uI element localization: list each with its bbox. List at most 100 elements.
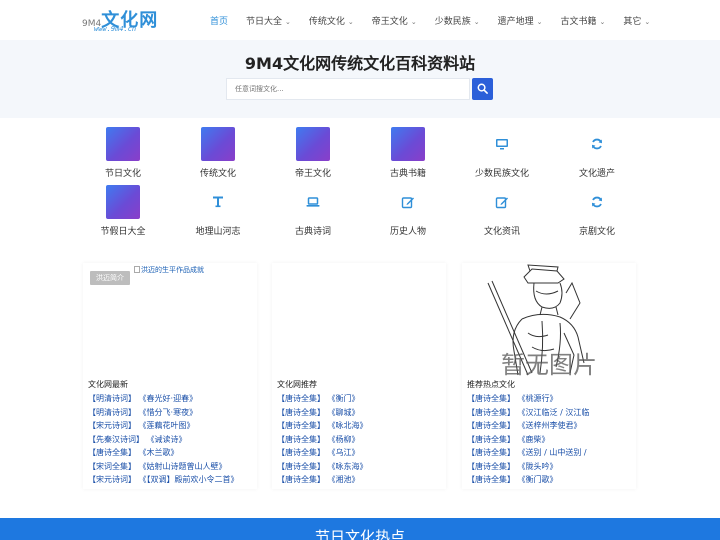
search-input[interactable] xyxy=(226,78,470,100)
placeholder-illustration: 暂无图片 xyxy=(487,264,597,377)
festival-hot-section: 节日文化热点 xyxy=(0,518,720,540)
search-button[interactable] xyxy=(472,78,493,100)
card-badge: 洪迈简介 xyxy=(90,271,130,285)
category-cultural-heritage[interactable]: 文化遗产 xyxy=(557,127,637,179)
card-list: 【唐诗全集】 《桃源行》 【唐诗全集】 《汉江临泛 / 汉江临 【唐诗全集】 《… xyxy=(467,392,635,487)
category-image xyxy=(391,127,425,161)
category-label: 节假日大全 xyxy=(100,227,146,237)
list-item[interactable]: 【唐诗全集】 《咏北海》 xyxy=(277,419,445,433)
chevron-down-icon: ⌄ xyxy=(347,17,354,26)
category-label: 少数民族文化 xyxy=(474,169,529,179)
category-label: 文化遗产 xyxy=(578,169,615,179)
card-title: 文化网最新 xyxy=(88,380,128,389)
logo-url: www.9m4.cn xyxy=(94,25,137,33)
section-title: 节日文化热点 xyxy=(314,528,405,540)
category-image xyxy=(106,127,140,161)
site-header: 9M4文化网 www.9m4.cn 首页 节日大全 ⌄ 传统文化 ⌄ 帝王文化 ⌄ 少… xyxy=(0,0,720,40)
list-item[interactable]: 【先秦汉诗词】 《诫读诗》 xyxy=(88,433,256,447)
nav-item-emperors[interactable]: 帝王文化 ⌄ xyxy=(372,14,417,27)
search-bar xyxy=(226,78,494,100)
list-item[interactable]: 【明清诗词】 《惜分飞·寒夜》 xyxy=(88,406,256,420)
category-label: 古典书籍 xyxy=(389,169,426,179)
category-image xyxy=(296,127,330,161)
list-item[interactable]: 【唐诗全集】 《木兰歌》 xyxy=(88,446,256,460)
nav-item-traditional[interactable]: 传统文化 ⌄ xyxy=(309,14,354,27)
category-image xyxy=(201,127,235,161)
nav-item-label: 传统文化 xyxy=(308,16,345,27)
list-item[interactable]: 【唐诗全集】 《送别 / 山中送别 / xyxy=(467,446,635,460)
chevron-down-icon: ⌄ xyxy=(536,17,543,26)
list-item[interactable]: 【唐诗全集】 《汉江临泛 / 汉江临 xyxy=(467,406,635,420)
list-item[interactable]: 【唐诗全集】 《桃源行》 xyxy=(467,392,635,406)
nav-item-label: 遗产地理 xyxy=(497,16,534,27)
category-label: 帝王文化 xyxy=(294,169,331,179)
category-culture-news[interactable]: 文化资讯 xyxy=(462,185,542,237)
category-classic-books[interactable]: 古典书籍 xyxy=(368,127,448,179)
category-festival-culture[interactable]: 节日文化 xyxy=(83,127,163,179)
nav-item-books[interactable]: 古文书籍 ⌄ xyxy=(560,14,605,27)
edit-icon xyxy=(391,185,425,219)
list-item[interactable]: 【唐诗全集】 《陇头吟》 xyxy=(467,460,635,474)
nav-item-heritage[interactable]: 遗产地理 ⌄ xyxy=(498,14,543,27)
broken-image: 洪迈的生平作品成就 xyxy=(134,265,204,275)
category-label: 传统文化 xyxy=(199,169,236,179)
hero-section: 9M4文化网传统文化百科资料站 xyxy=(0,40,720,118)
card-image[interactable]: 洪迈简介 洪迈的生平作品成就 xyxy=(83,263,257,377)
monitor-icon xyxy=(485,127,519,161)
nav-item-festivals[interactable]: 节日大全 ⌄ xyxy=(246,14,291,27)
nav-item-label: 帝王文化 xyxy=(371,16,408,27)
nav-item-label: 首页 xyxy=(210,16,229,27)
nav-item-label: 少数民族 xyxy=(434,16,471,27)
nav-item-label: 其它 xyxy=(623,16,642,27)
list-item[interactable]: 【唐诗全集】 《咏东海》 xyxy=(277,460,445,474)
list-item[interactable]: 【唐诗全集】 《湘池》 xyxy=(277,473,445,487)
card-title: 推荐热点文化 xyxy=(467,380,515,389)
image-icon xyxy=(134,266,140,273)
list-item[interactable]: 【唐诗全集】 《衡门歌》 xyxy=(467,473,635,487)
list-item[interactable]: 【宋词全集】 《姑射山诗题曾山人壁》 xyxy=(88,460,256,474)
card-image[interactable] xyxy=(272,263,446,377)
list-item[interactable]: 【唐诗全集】 《鹿柴》 xyxy=(467,433,635,447)
list-item[interactable]: 【明清诗词】 《春光好·迎春》 xyxy=(88,392,256,406)
image-alt-text: 洪迈的生平作品成就 xyxy=(141,266,204,274)
chevron-down-icon: ⌄ xyxy=(644,17,651,26)
category-historical-figures[interactable]: 历史人物 xyxy=(368,185,448,237)
list-item[interactable]: 【唐诗全集】 《送梓州李使君》 xyxy=(467,419,635,433)
chevron-down-icon: ⌄ xyxy=(599,17,606,26)
category-label: 节日文化 xyxy=(104,169,141,179)
laptop-icon xyxy=(296,185,330,219)
site-logo[interactable]: 9M4文化网 www.9m4.cn xyxy=(82,6,166,34)
category-traditional-culture[interactable]: 传统文化 xyxy=(178,127,258,179)
main-nav: 首页 节日大全 ⌄ 传统文化 ⌄ 帝王文化 ⌄ 少数民族 ⌄ 遗产地理 ⌄ 古文书籍 ⌄ 其… xyxy=(210,0,668,40)
nav-item-ethnic[interactable]: 少数民族 ⌄ xyxy=(435,14,480,27)
list-item[interactable]: 【唐诗全集】 《杨柳》 xyxy=(277,433,445,447)
category-emperor-culture[interactable]: 帝王文化 xyxy=(273,127,353,179)
card-list: 【明清诗词】 《春光好·迎春》 【明清诗词】 《惜分飞·寒夜》 【宋元诗词】 《… xyxy=(88,392,256,487)
latest-card: 洪迈简介 洪迈的生平作品成就 文化网最新 【明清诗词】 《春光好·迎春》 【明清… xyxy=(83,263,257,489)
hot-culture-card: 暂无图片 推荐热点文化 【唐诗全集】 《桃源行》 【唐诗全集】 《汉江临泛 / … xyxy=(462,263,636,489)
edit-icon xyxy=(485,185,519,219)
category-ethnic-culture[interactable]: 少数民族文化 xyxy=(462,127,542,179)
category-label: 历史人物 xyxy=(389,227,426,237)
category-geography[interactable]: 地理山河志 xyxy=(178,185,258,237)
card-image[interactable]: 暂无图片 xyxy=(462,263,636,377)
refresh-icon xyxy=(580,127,614,161)
card-title: 文化网推荐 xyxy=(277,380,317,389)
list-item[interactable]: 【唐诗全集】 《聊城》 xyxy=(277,406,445,420)
list-item[interactable]: 【唐诗全集】 《衡门》 xyxy=(277,392,445,406)
category-label: 京剧文化 xyxy=(578,227,615,237)
list-item[interactable]: 【宋元诗词】 《【双调】殿前欢小令二首》 xyxy=(88,473,256,487)
nav-item-other[interactable]: 其它 ⌄ xyxy=(623,14,650,27)
nav-item-label: 古文书籍 xyxy=(560,16,597,27)
category-label: 地理山河志 xyxy=(195,227,241,237)
category-peking-opera[interactable]: 京剧文化 xyxy=(557,185,637,237)
chevron-down-icon: ⌄ xyxy=(473,17,480,26)
list-item[interactable]: 【宋元诗词】 《莲藕花叶图》 xyxy=(88,419,256,433)
category-classic-poetry[interactable]: 古典诗词 xyxy=(273,185,353,237)
category-label: 文化资讯 xyxy=(483,227,520,237)
category-holidays[interactable]: 节假日大全 xyxy=(83,185,163,237)
chevron-down-icon: ⌄ xyxy=(285,17,291,26)
list-item[interactable]: 【唐诗全集】 《乌江》 xyxy=(277,446,445,460)
nav-item-home[interactable]: 首页 xyxy=(210,14,228,27)
page-title: 9M4文化网传统文化百科资料站 xyxy=(244,54,476,73)
